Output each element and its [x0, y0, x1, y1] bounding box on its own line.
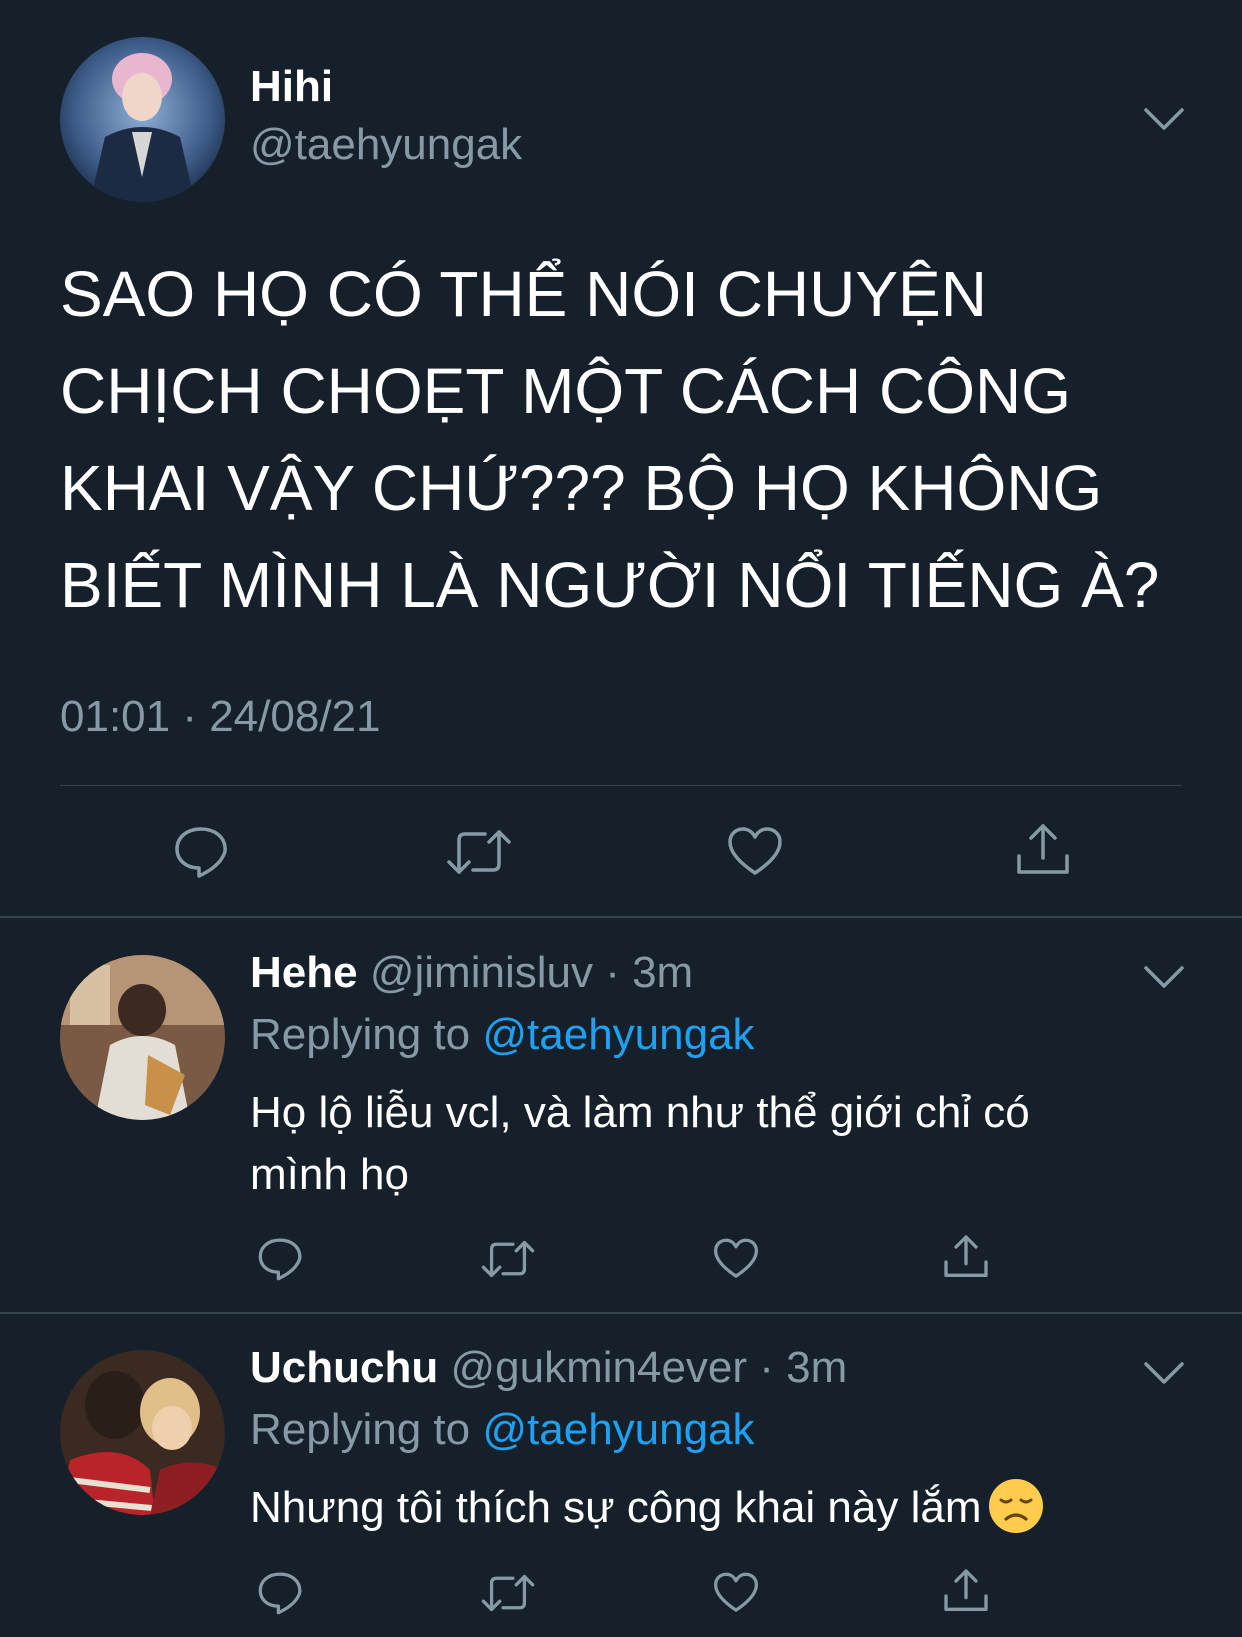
retweet-button[interactable]	[478, 1566, 538, 1620]
tweet-text-line: SAO HỌ CÓ THỂ NÓI CHUYỆN	[60, 258, 987, 330]
author-name[interactable]: Hihi	[250, 62, 333, 112]
reply-text: Nhưng tôi thích sự công khai này lắm	[250, 1477, 1190, 1539]
replying-to-link[interactable]: @taehyungak	[482, 1010, 754, 1059]
reply-header: Uchuchu @gukmin4ever · 3m	[250, 1343, 847, 1393]
reply-time[interactable]: · 3m	[605, 948, 693, 997]
share-icon	[944, 1569, 988, 1611]
like-button[interactable]	[708, 1232, 764, 1286]
reply-button[interactable]	[164, 818, 238, 886]
like-button[interactable]	[708, 1566, 764, 1620]
retweet-button[interactable]	[442, 818, 516, 886]
reply-text-line: Nhưng tôi thích sự công khai này lắm	[250, 1477, 1190, 1539]
share-icon	[944, 1235, 988, 1277]
heart-icon	[713, 1238, 758, 1278]
share-button[interactable]	[938, 1562, 994, 1620]
retweet-button[interactable]	[478, 1232, 538, 1286]
replying-to-link[interactable]: @taehyungak	[482, 1405, 754, 1454]
retweet-icon	[481, 1574, 535, 1612]
like-button[interactable]	[718, 818, 792, 886]
share-button[interactable]	[1006, 814, 1080, 886]
reply-avatar[interactable]	[60, 955, 225, 1120]
reply-header: Hehe @jiminisluv · 3m	[250, 948, 693, 998]
divider	[0, 1312, 1242, 1314]
avatar-image	[60, 955, 225, 1120]
replying-to: Replying to @taehyungak	[250, 1405, 755, 1455]
divider	[60, 785, 1182, 786]
retweet-icon	[481, 1240, 535, 1278]
speech-bubble-icon	[258, 1238, 302, 1281]
author-avatar[interactable]	[60, 37, 225, 202]
replying-to-label: Replying to	[250, 1010, 471, 1059]
divider	[0, 916, 1242, 918]
tweet-timestamp[interactable]: 01:01 · 24/08/21	[60, 692, 380, 742]
reply-author-name[interactable]: Uchuchu	[250, 1343, 438, 1392]
reply-text-line: mình họ	[250, 1150, 409, 1199]
share-button[interactable]	[938, 1228, 994, 1286]
reply-text-line: Họ lộ liễu vcl, và làm như thể giới chỉ …	[250, 1088, 1030, 1137]
tweet-text-line: CHỊCH CHOẸT MỘT CÁCH CÔNG	[60, 355, 1071, 427]
reply-avatar[interactable]	[60, 1350, 225, 1515]
disappointed-face-icon	[988, 1478, 1044, 1534]
reply-button[interactable]	[252, 1232, 308, 1286]
avatar-image	[60, 1350, 225, 1515]
reply-author-name[interactable]: Hehe	[250, 948, 358, 997]
chevron-down-icon[interactable]	[1142, 1358, 1186, 1388]
heart-icon	[713, 1572, 758, 1612]
heart-icon	[728, 827, 782, 875]
speech-bubble-icon	[175, 827, 227, 878]
retweet-icon	[447, 830, 511, 874]
reply-author-handle[interactable]: @gukmin4ever	[450, 1343, 747, 1392]
share-icon	[1017, 824, 1069, 874]
reply-time[interactable]: · 3m	[759, 1343, 847, 1392]
reply-author-handle[interactable]: @jiminisluv	[370, 948, 593, 997]
chevron-down-icon[interactable]	[1142, 104, 1186, 134]
chevron-down-icon[interactable]	[1142, 962, 1186, 992]
tweet-text: SAO HỌ CÓ THỂ NÓI CHUYỆN CHỊCH CHOẸT MỘT…	[60, 246, 1190, 634]
reply-button[interactable]	[252, 1566, 308, 1620]
replying-to: Replying to @taehyungak	[250, 1010, 755, 1060]
reply-text-content: Nhưng tôi thích sự công khai này lắm	[250, 1483, 982, 1532]
speech-bubble-icon	[258, 1572, 302, 1615]
tweet-text-line: BIẾT MÌNH LÀ NGƯỜI NỔI TIẾNG À?	[60, 549, 1160, 621]
reply-text: Họ lộ liễu vcl, và làm như thể giới chỉ …	[250, 1082, 1150, 1206]
tweet-text-line: KHAI VẬY CHỨ??? BỘ HỌ KHÔNG	[60, 452, 1103, 524]
avatar-image	[60, 37, 225, 202]
replying-to-label: Replying to	[250, 1405, 471, 1454]
author-handle[interactable]: @taehyungak	[250, 120, 522, 170]
